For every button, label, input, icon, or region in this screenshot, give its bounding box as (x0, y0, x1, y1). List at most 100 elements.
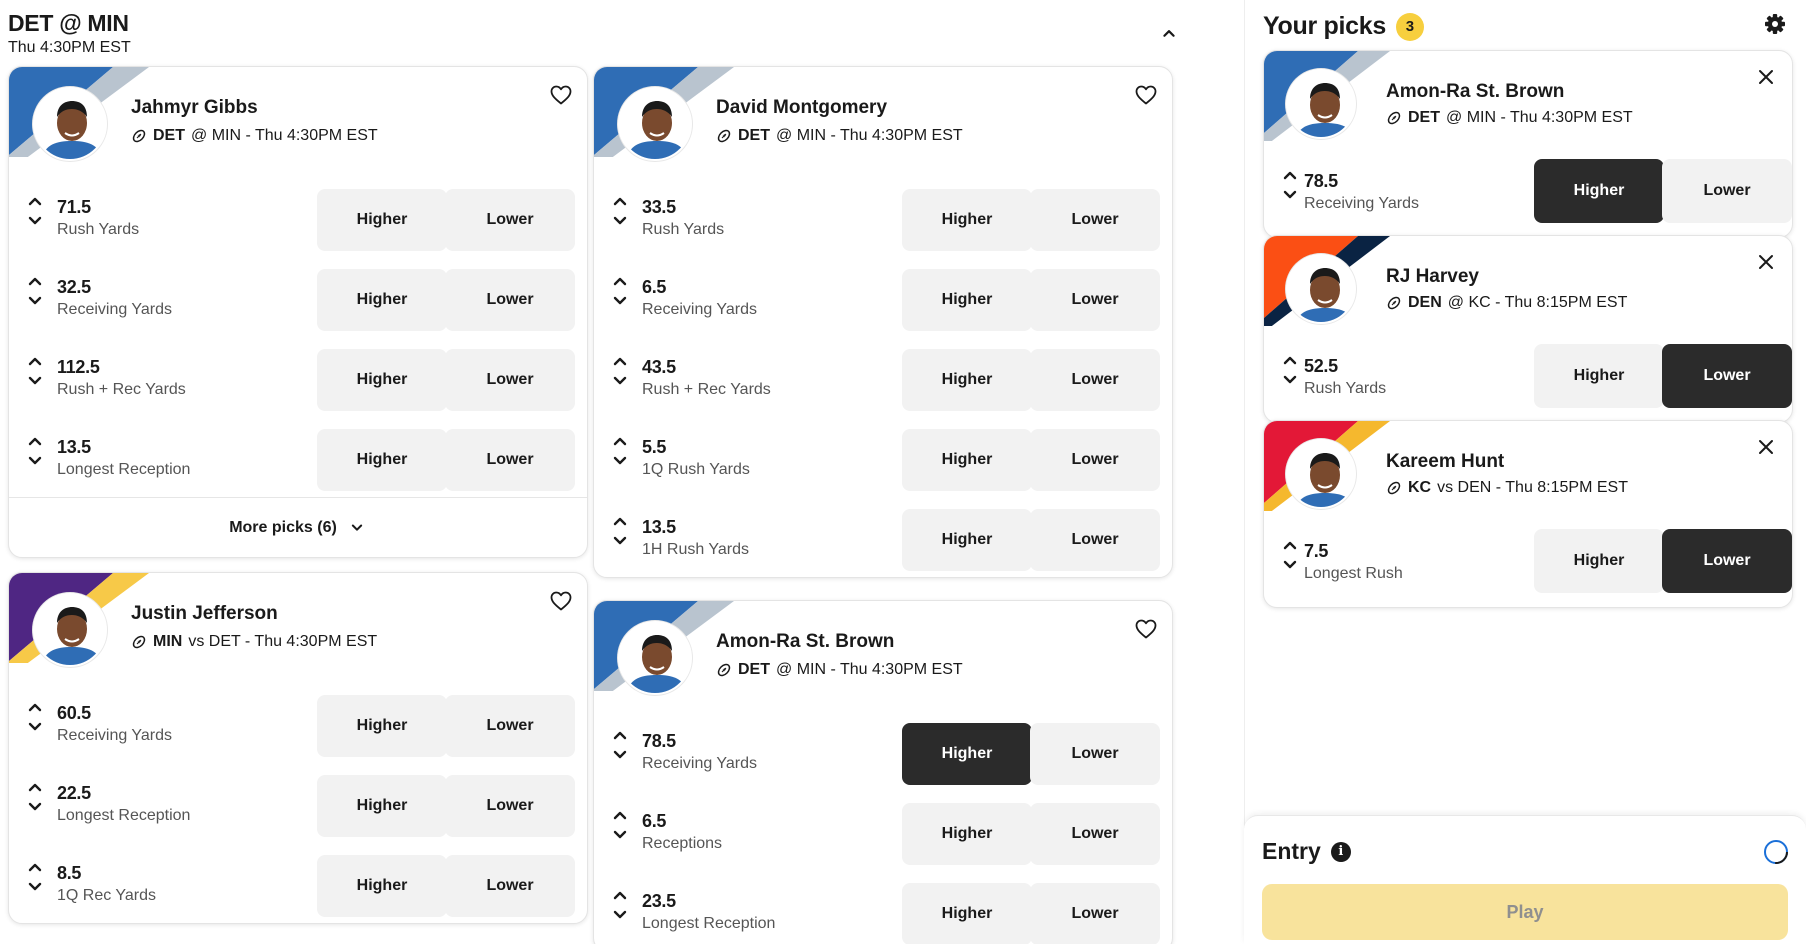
info-icon[interactable]: i (1330, 841, 1351, 862)
close-icon[interactable] (1754, 250, 1778, 274)
lower-button[interactable]: Lower (1662, 159, 1792, 223)
lower-button[interactable]: Lower (1030, 803, 1160, 865)
gear-icon[interactable] (1763, 12, 1787, 36)
chevron-up-icon[interactable] (1158, 22, 1180, 44)
chevron-down-icon[interactable] (608, 745, 632, 765)
chevron-down-icon[interactable] (608, 291, 632, 311)
higher-button[interactable]: Higher (317, 855, 447, 917)
chevron-up-icon[interactable] (1278, 535, 1302, 555)
chevron-down-icon[interactable] (608, 371, 632, 391)
chevron-down-icon[interactable] (1278, 370, 1302, 390)
lower-button[interactable]: Lower (445, 269, 575, 331)
player-card: Justin Jefferson MIN vs DET - Thu 4:30PM… (8, 572, 588, 924)
prop-row: 112.5 Rush + Rec Yards Higher Lower (9, 337, 587, 417)
lower-button[interactable]: Lower (1030, 723, 1160, 785)
prop-line-value: 112.5 (57, 357, 100, 377)
close-icon[interactable] (1754, 65, 1778, 89)
chevron-up-icon[interactable] (608, 271, 632, 291)
prop-stat-label: Receiving Yards (57, 301, 173, 318)
toggle-icon[interactable] (1762, 838, 1790, 866)
chevron-up-icon[interactable] (608, 351, 632, 371)
higher-button[interactable]: Higher (317, 349, 447, 411)
lower-button[interactable]: Lower (1030, 349, 1160, 411)
heart-icon[interactable] (1134, 617, 1158, 641)
props-board: DET @ MIN Thu 4:30PM EST Jahmyr Gibbs DE… (0, 0, 1244, 944)
chevron-up-icon[interactable] (608, 431, 632, 451)
lower-button[interactable]: Lower (1030, 509, 1160, 571)
chevron-down-icon[interactable] (23, 291, 47, 311)
chevron-up-icon[interactable] (1278, 165, 1302, 185)
higher-button[interactable]: Higher (902, 349, 1032, 411)
more-picks-button[interactable]: More picks (6) (9, 497, 587, 557)
chevron-up-icon[interactable] (23, 191, 47, 211)
chevron-up-icon[interactable] (23, 697, 47, 717)
lower-button[interactable]: Lower (1030, 429, 1160, 491)
close-icon[interactable] (1754, 435, 1778, 459)
higher-button[interactable]: Higher (317, 775, 447, 837)
chevron-up-icon[interactable] (23, 271, 47, 291)
chevron-down-icon[interactable] (23, 797, 47, 817)
chevron-down-icon[interactable] (23, 371, 47, 391)
chevron-down-icon[interactable] (608, 211, 632, 231)
chevron-down-icon[interactable] (608, 905, 632, 925)
chevron-down-icon[interactable] (608, 825, 632, 845)
heart-icon[interactable] (549, 589, 573, 613)
higher-button[interactable]: Higher (317, 429, 447, 491)
chevron-up-icon[interactable] (1278, 350, 1302, 370)
lower-button[interactable]: Lower (445, 189, 575, 251)
chevron-up-icon[interactable] (608, 725, 632, 745)
prop-line-value: 13.5 (57, 437, 91, 457)
football-icon (1386, 480, 1402, 496)
lower-button[interactable]: Lower (1662, 344, 1792, 408)
heart-icon[interactable] (1134, 83, 1158, 107)
chevron-down-icon[interactable] (23, 877, 47, 897)
higher-button[interactable]: Higher (317, 695, 447, 757)
higher-button[interactable]: Higher (902, 429, 1032, 491)
chevron-up-icon[interactable] (608, 805, 632, 825)
higher-button[interactable]: Higher (317, 269, 447, 331)
matchup-detail: @ KC - Thu 8:15PM EST (1447, 294, 1628, 311)
lower-button[interactable]: Lower (445, 855, 575, 917)
chevron-down-icon[interactable] (1278, 555, 1302, 575)
lower-button[interactable]: Lower (445, 429, 575, 491)
lower-button[interactable]: Lower (1030, 269, 1160, 331)
prop-arrows (608, 805, 632, 849)
higher-button[interactable]: Higher (1534, 159, 1664, 223)
lower-button[interactable]: Lower (445, 349, 575, 411)
chevron-up-icon[interactable] (23, 857, 47, 877)
chevron-down-icon[interactable] (23, 717, 47, 737)
lower-button[interactable]: Lower (445, 695, 575, 757)
chevron-up-icon[interactable] (23, 777, 47, 797)
lower-button[interactable]: Lower (445, 775, 575, 837)
lower-button[interactable]: Lower (1662, 529, 1792, 593)
chevron-down-icon[interactable] (23, 211, 47, 231)
prop-line-value: 8.5 (57, 863, 82, 883)
your-picks-panel: Your picks 3 Amon-Ra St. Brown DET @ MIN -… (1244, 0, 1806, 944)
higher-button[interactable]: Higher (902, 803, 1032, 865)
chevron-down-icon[interactable] (608, 531, 632, 551)
picks-header: Your picks 3 (1263, 12, 1424, 41)
chevron-up-icon[interactable] (23, 431, 47, 451)
player-card-header: David Montgomery DET @ MIN - Thu 4:30PM … (594, 67, 1172, 177)
chevron-down-icon[interactable] (23, 451, 47, 471)
higher-button[interactable]: Higher (902, 269, 1032, 331)
heart-icon[interactable] (549, 83, 573, 107)
higher-button[interactable]: Higher (902, 883, 1032, 944)
higher-button[interactable]: Higher (902, 509, 1032, 571)
player-name: David Montgomery (716, 97, 888, 118)
chevron-up-icon[interactable] (608, 885, 632, 905)
play-button[interactable]: Play (1262, 884, 1788, 940)
higher-button[interactable]: Higher (902, 723, 1032, 785)
chevron-up-icon[interactable] (23, 351, 47, 371)
chevron-up-icon[interactable] (608, 191, 632, 211)
higher-button[interactable]: Higher (1534, 529, 1664, 593)
chevron-down-icon[interactable] (1278, 185, 1302, 205)
higher-button[interactable]: Higher (1534, 344, 1664, 408)
higher-button[interactable]: Higher (902, 189, 1032, 251)
chevron-down-icon[interactable] (608, 451, 632, 471)
matchup: DET @ MIN - Thu 4:30PM EST (131, 127, 378, 145)
chevron-up-icon[interactable] (608, 511, 632, 531)
lower-button[interactable]: Lower (1030, 883, 1160, 944)
lower-button[interactable]: Lower (1030, 189, 1160, 251)
higher-button[interactable]: Higher (317, 189, 447, 251)
